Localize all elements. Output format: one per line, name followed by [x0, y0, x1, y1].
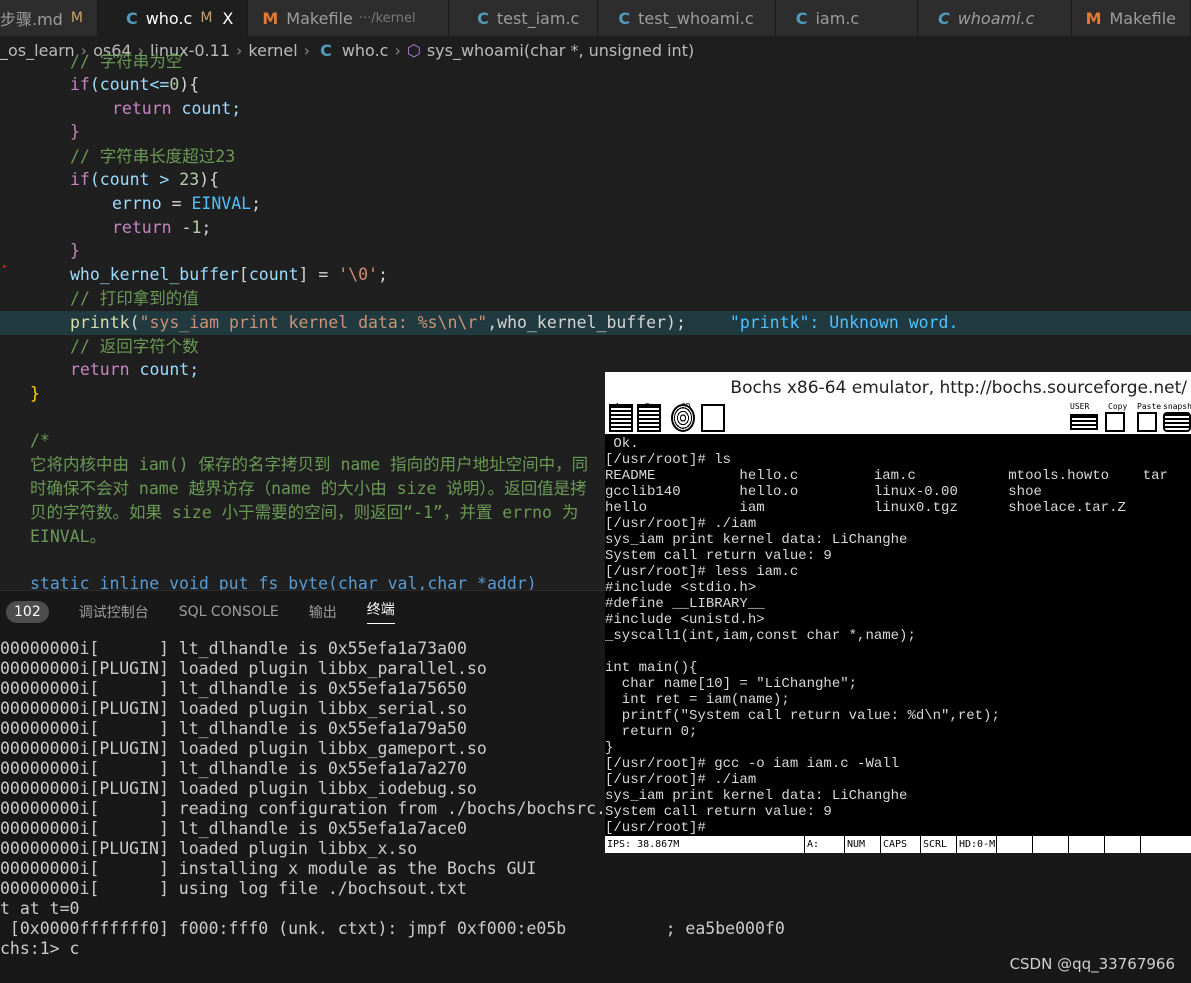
breakpoint-marker-icon[interactable]: ▸	[2, 261, 8, 272]
tab-makefile-kernel[interactable]: M Makefile ···/kernel	[248, 0, 450, 36]
tab-test-whoami-c[interactable]: Ctest_whoami.c	[598, 0, 776, 36]
problems-count-badge[interactable]: 102	[6, 600, 49, 623]
c-file-icon: C	[477, 8, 489, 28]
console-line: printf("System call return value: %d\n",…	[605, 708, 1000, 724]
code-line: return -1;	[112, 218, 212, 237]
console-line: sys_iam print kernel data: LiChanghe	[605, 788, 908, 804]
console-line: System call return value: 9	[605, 548, 832, 564]
makefile-icon: M	[262, 8, 279, 28]
spelling-diagnostic: "printk": Unknown word.	[729, 313, 959, 332]
user-keyboard-icon[interactable]	[1070, 414, 1098, 430]
code-line: EINVAL。	[30, 527, 107, 546]
tab-steps-md[interactable]: 步骤.md M	[0, 0, 98, 36]
console-line: Ok.	[605, 436, 639, 452]
tab-who-c[interactable]: Cwho.c M X	[97, 0, 249, 36]
code-line: return count;	[112, 99, 242, 118]
c-file-icon: C	[618, 8, 631, 28]
terminal-line: 00000000i[ ] using log file ./bochsout.t…	[0, 879, 467, 898]
console-line: [/usr/root]# gcc -o iam iam.c -Wall	[605, 756, 900, 772]
code-line: if(count<=0){	[70, 75, 200, 94]
c-file-icon: C	[937, 8, 950, 28]
floppy-b-icon[interactable]	[637, 404, 661, 432]
code-line: who_kernel_buffer[count] = '\0';	[70, 265, 388, 284]
console-line: #include <stdio.h>	[605, 580, 757, 596]
code-line: // 字符串长度超过23	[70, 147, 236, 166]
code-line: 它将内核中由 iam() 保存的名字拷贝到 name 指向的用户地址空间中，同	[30, 455, 589, 474]
code-line: /*	[30, 431, 50, 450]
code-line: return count;	[70, 360, 200, 379]
console-line: sys_iam print kernel data: LiChanghe	[605, 532, 908, 548]
tab-iam-c[interactable]: Ciam.c	[775, 0, 918, 36]
code-line: }	[70, 241, 80, 260]
console-line: #define __LIBRARY__	[605, 596, 765, 612]
code-line: static inline void put_fs_byte(char val,…	[30, 574, 537, 590]
watermark: CSDN @qq_33767966	[1009, 955, 1175, 973]
copy-icon[interactable]	[1105, 412, 1125, 432]
tab-output[interactable]: 输出	[309, 602, 337, 622]
tab-terminal[interactable]: 终端	[366, 599, 395, 624]
paste-icon[interactable]	[1137, 412, 1157, 432]
code-line: }	[70, 122, 80, 141]
console-line: int ret = iam(name);	[605, 692, 790, 708]
console-line: hello iam linux0.tgz shoelace.tar.Z	[605, 500, 1126, 516]
console-line: return 0;	[605, 724, 698, 740]
code-line: printk("sys_iam print kernel data: %s\n\…	[70, 313, 959, 332]
tab-sql-console[interactable]: SQL CONSOLE	[179, 604, 279, 620]
console-line: #include <unistd.h>	[605, 612, 765, 628]
c-file-icon: C	[125, 8, 138, 28]
terminal-line: t at t=0	[0, 899, 80, 918]
bochs-title: Bochs x86-64 emulator, http://bochs.sour…	[605, 372, 1191, 402]
bochs-emulator-window[interactable]: Bochs x86-64 emulator, http://bochs.sour…	[605, 372, 1191, 853]
snapshot-icon[interactable]	[1163, 412, 1191, 432]
console-line: _syscall1(int,iam,const char *,name);	[605, 628, 916, 644]
terminal-line: 00000000i[ ] installing x module as the …	[0, 859, 537, 878]
mouse-icon[interactable]	[701, 404, 725, 432]
floppy-a-icon[interactable]	[609, 404, 633, 432]
console-line: [/usr/root]# ls	[605, 452, 732, 468]
code-line: if(count > 23){	[70, 170, 220, 189]
terminal-line: [0x0000fffffff0] f000:fff0 (unk. ctxt): …	[0, 919, 785, 938]
code-line: // 打印拿到的值	[70, 289, 199, 308]
console-line: }	[605, 740, 614, 756]
code-line: }	[30, 384, 40, 403]
tab-test-iam-c[interactable]: Ctest_iam.c	[449, 0, 599, 36]
tab-debug-console[interactable]: 调试控制台	[79, 602, 149, 622]
console-line: [/usr/root]# less iam.c	[605, 564, 799, 580]
bochs-status-bar: IPS: 38.867M A: NUM CAPS SCRL HD:0-M	[605, 836, 1191, 853]
console-line: [/usr/root]# ./iam	[605, 516, 757, 532]
makefile-icon: M	[1085, 8, 1102, 28]
terminal-line: chs:1> c	[0, 939, 80, 958]
cdrom-icon[interactable]	[671, 404, 695, 432]
console-line: System call return value: 9	[605, 804, 832, 820]
bochs-console-screen[interactable]: Ok. [/usr/root]# ls README hello.c iam.c m…	[605, 434, 1191, 836]
bochs-toolbar: A: B: CD USER Copy Paste snapshot	[605, 402, 1191, 434]
code-line: 贝的字符数。如果 size 小于需要的空间，则返回“-1”，并置 errno 为	[30, 503, 579, 522]
console-line: [/usr/root]#	[605, 820, 706, 836]
console-line: int main(){	[605, 660, 698, 676]
editor-tab-bar: 步骤.md M Cwho.c M X M Makefile ···/kernel Ctes…	[0, 0, 1191, 36]
code-line: 时确保不会对 name 越界访存（name 的大小由 size 说明）。返回值是…	[30, 479, 587, 498]
close-tab-icon[interactable]: X	[222, 9, 233, 28]
code-line: errno = EINVAL;	[112, 194, 262, 213]
tab-makefile[interactable]: M Makefile	[1071, 0, 1191, 36]
code-line: // 返回字符个数	[70, 337, 199, 356]
c-file-icon: C	[795, 8, 808, 28]
console-line: gcclib140 hello.o linux-0.00 shoe	[605, 484, 1042, 500]
console-line: [/usr/root]# ./iam	[605, 772, 757, 788]
tab-whoami-c[interactable]: Cwhoami.c	[917, 0, 1072, 36]
console-line: char name[10] = "LiChanghe";	[605, 676, 858, 692]
code-line: // 字符串为空	[70, 52, 183, 71]
console-line: README hello.c iam.c mtools.howto tar	[605, 468, 1168, 484]
